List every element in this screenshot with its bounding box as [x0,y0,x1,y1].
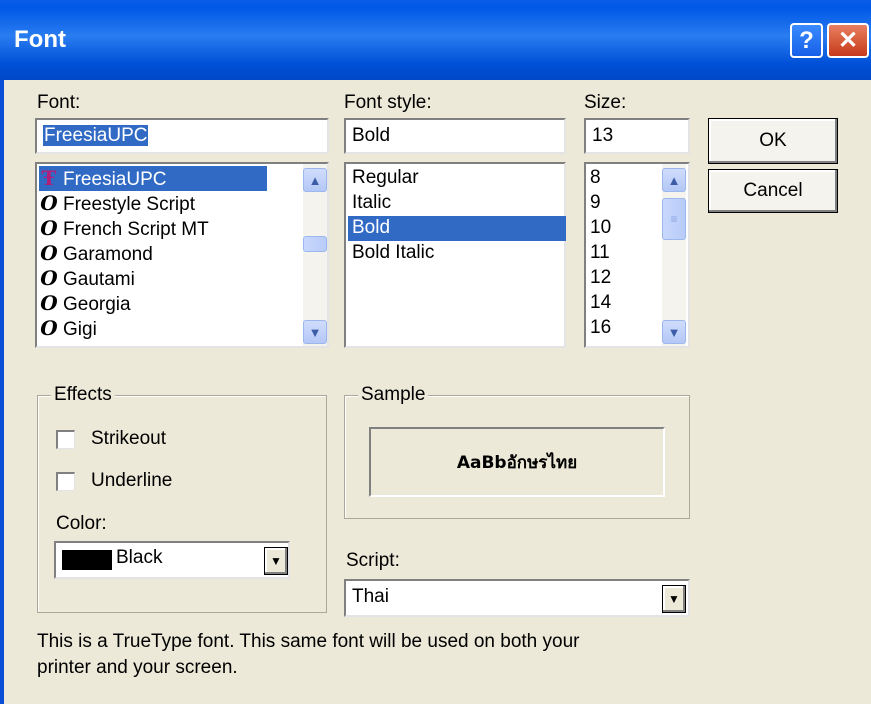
strikeout-checkbox[interactable] [56,430,75,449]
size-list-item[interactable]: 12 [590,266,611,291]
sample-preview: AaBbอักษรไทย [369,427,665,497]
size-list-item[interactable]: 11 [590,241,610,266]
font-list-item[interactable]: O Freestyle Script [39,191,267,216]
font-list-item[interactable]: O Gigi [39,316,267,341]
size-list[interactable]: 8 9 10 11 12 14 16 ▲ ≡ ▼ [584,162,690,348]
size-list-item[interactable]: 10 [590,216,611,241]
scroll-down-icon[interactable]: ▼ [303,320,327,344]
font-name-input[interactable]: FreesiaUPC [35,118,329,154]
script-select[interactable]: Thai ▼ [344,579,690,617]
font-list-item[interactable]: O Gautami [39,266,267,291]
size-list-item[interactable]: 14 [590,291,611,316]
size-list-item[interactable]: 8 [590,166,601,191]
strikeout-label[interactable]: Strikeout [91,428,166,450]
script-value: Thai [352,586,389,607]
color-swatch [62,550,112,570]
font-list-item[interactable]: O Garamond [39,241,267,266]
font-list-item-label: Freestyle Script [63,194,195,215]
font-style-list-item[interactable]: Bold [348,216,566,241]
font-style-input[interactable]: Bold [344,118,566,154]
effects-group [37,395,327,613]
color-value: Black [116,547,163,568]
font-list-item-label: Gautami [63,269,135,290]
truetype-font-icon: Ŧ [41,166,57,190]
opentype-font-icon: O [40,241,58,265]
underline-label[interactable]: Underline [91,470,172,492]
size-list-scroll-thumb[interactable]: ≡ [662,198,686,240]
size-input[interactable]: 13 [584,118,690,154]
chevron-down-icon[interactable]: ▼ [662,585,686,613]
info-text-line2: printer and your screen. [37,657,238,678]
script-label: Script: [346,550,400,571]
opentype-font-icon: O [40,291,58,315]
font-style-list-item[interactable]: Regular [348,166,566,191]
sample-text: AaBbอักษรไทย [456,452,578,473]
cancel-button[interactable]: Cancel [708,169,838,213]
chevron-down-icon[interactable]: ▼ [264,547,288,575]
size-list-item[interactable]: 16 [590,316,611,341]
font-list[interactable]: Ŧ FreesiaUPC O Freestyle Script O French Scri… [35,162,329,348]
ok-button[interactable]: OK [708,118,838,164]
close-button[interactable]: ✕ [827,23,869,58]
title-bar[interactable]: Font ? ✕ [0,0,871,80]
font-style-value: Bold [352,125,391,146]
font-list-item-label: Gigi [63,319,97,340]
underline-checkbox[interactable] [56,472,75,491]
font-label: Font: [37,92,81,113]
font-list-item[interactable]: Ŧ FreesiaUPC [39,166,267,191]
size-value: 13 [592,125,614,146]
opentype-font-icon: O [40,316,58,340]
font-list-item[interactable]: O French Script MT [39,216,267,241]
scroll-down-icon[interactable]: ▼ [662,320,686,344]
font-style-list[interactable]: Regular Italic Bold Bold Italic [344,162,566,348]
scroll-up-icon[interactable]: ▲ [662,168,686,192]
color-select[interactable]: Black ▼ [54,541,290,579]
font-list-item-label: Georgia [63,294,131,315]
font-list-item-label: French Script MT [63,219,209,240]
window-title: Font [14,26,66,53]
font-style-label: Font style: [344,92,432,113]
opentype-font-icon: O [40,216,58,240]
font-list-scroll-thumb[interactable] [303,236,327,252]
font-style-list-item[interactable]: Bold Italic [348,241,566,266]
size-list-item[interactable]: 9 [590,191,601,216]
effects-title: Effects [51,384,115,406]
window-frame-left [0,80,4,704]
color-label: Color: [56,513,107,534]
scroll-up-icon[interactable]: ▲ [303,168,327,192]
font-style-list-item[interactable]: Italic [348,191,566,216]
font-name-value: FreesiaUPC [43,125,149,146]
opentype-font-icon: O [40,191,58,215]
sample-title: Sample [358,384,429,406]
font-list-item-label: Garamond [63,244,153,265]
opentype-font-icon: O [40,266,58,290]
font-list-item[interactable]: O Georgia [39,291,267,316]
help-button[interactable]: ? [790,23,823,58]
font-list-item-label: FreesiaUPC [63,169,167,190]
info-text-line1: This is a TrueType font. This same font … [37,631,580,652]
size-label: Size: [584,92,627,113]
